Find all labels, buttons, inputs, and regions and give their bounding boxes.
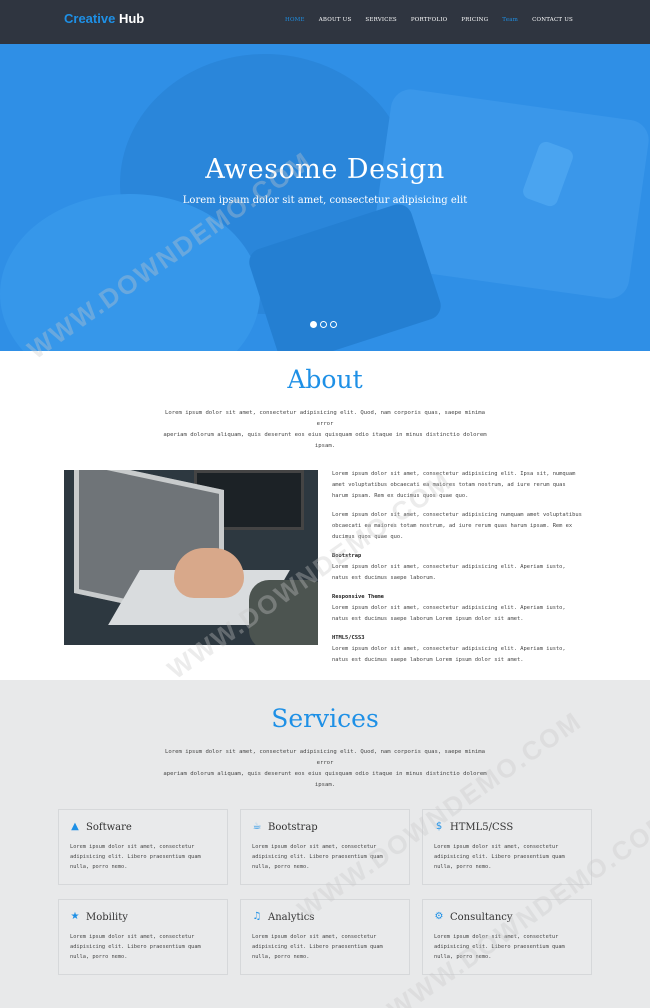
service-card-html5-css[interactable]: $ HTML5/CSS Lorem ipsum dolor sit amet, … xyxy=(422,809,592,885)
service-card-title: Analytics xyxy=(268,912,315,923)
slider-dot-2[interactable] xyxy=(320,321,327,328)
service-card-text: Lorem ipsum dolor sit amet, consectetur … xyxy=(252,934,383,960)
services-section: Services Lorem ipsum dolor sit amet, con… xyxy=(0,680,650,1008)
service-card-mobility[interactable]: ★ Mobility Lorem ipsum dolor sit amet, c… xyxy=(58,899,228,975)
photo-hands xyxy=(174,548,244,598)
service-card-title: Software xyxy=(86,822,132,833)
service-card-software[interactable]: ▲ Software Lorem ipsum dolor sit amet, c… xyxy=(58,809,228,885)
hero-slider: Awesome Design Lorem ipsum dolor sit ame… xyxy=(0,44,650,351)
feature-heading: Bootstrap xyxy=(332,553,362,559)
brand-name-part2: Hub xyxy=(118,11,145,26)
service-card-bootstrap[interactable]: ☕ Bootstrap Lorem ipsum dolor sit amet, … xyxy=(240,809,410,885)
service-card-text: Lorem ipsum dolor sit amet, consectetur … xyxy=(252,844,383,870)
services-title: Services xyxy=(271,704,379,733)
laptop-photo xyxy=(64,470,318,645)
services-intro: Lorem ipsum dolor sit amet, consectetur … xyxy=(155,747,495,791)
service-card-title: Mobility xyxy=(86,912,128,923)
slider-dots xyxy=(310,321,337,328)
coffee-cup-icon: ☕ xyxy=(252,821,262,832)
services-intro-line: Lorem ipsum dolor sit amet, consectetur … xyxy=(165,749,485,766)
hero-title: Awesome Design xyxy=(205,154,445,185)
nav-item-pricing[interactable]: PRICING xyxy=(461,17,488,23)
service-card-text: Lorem ipsum dolor sit amet, consectetur … xyxy=(70,844,201,870)
service-card-title: Bootstrap xyxy=(268,822,318,833)
nav-item-home[interactable]: HOME xyxy=(285,17,305,23)
service-card-consultancy[interactable]: ⚙ Consultancy Lorem ipsum dolor sit amet… xyxy=(422,899,592,975)
nav-item-services[interactable]: SERVICES xyxy=(365,17,396,23)
service-card-text: Lorem ipsum dolor sit amet, consectetur … xyxy=(434,844,565,870)
about-paragraph: Lorem ipsum dolor sit amet, consectetur … xyxy=(332,471,576,499)
feature-block: Responsive Theme Lorem ipsum dolor sit a… xyxy=(332,592,584,625)
music-note-icon: ♫ xyxy=(252,911,262,922)
gear-icon: ⚙ xyxy=(434,911,444,922)
service-card-title: Consultancy xyxy=(450,912,513,923)
about-intro-line: Lorem ipsum dolor sit amet, consectetur … xyxy=(165,410,485,427)
hero-subtitle: Lorem ipsum dolor sit amet, consectetur … xyxy=(182,195,468,206)
about-text: Lorem ipsum dolor sit amet, consectetur … xyxy=(332,469,584,674)
service-card-text: Lorem ipsum dolor sit amet, consectetur … xyxy=(70,934,201,960)
feature-text: Lorem ipsum dolor sit amet, consectetur … xyxy=(332,605,566,622)
service-card-text: Lorem ipsum dolor sit amet, consectetur … xyxy=(434,934,565,960)
nav-item-about-us[interactable]: ABOUT US xyxy=(319,17,352,23)
nav-item-contact-us[interactable]: CONTACT US xyxy=(532,17,573,23)
about-section: About Lorem ipsum dolor sit amet, consec… xyxy=(0,351,650,680)
nav-item-portfolio[interactable]: PORTFOLIO xyxy=(411,17,447,23)
feature-text: Lorem ipsum dolor sit amet, consectetur … xyxy=(332,564,566,581)
feature-block: Bootstrap Lorem ipsum dolor sit amet, co… xyxy=(332,551,584,584)
about-intro: Lorem ipsum dolor sit amet, consectetur … xyxy=(155,408,495,452)
feature-block: HTML5/CSS3 Lorem ipsum dolor sit amet, c… xyxy=(332,633,584,666)
slider-dot-1[interactable] xyxy=(310,321,317,328)
top-navbar: Creative Hub HOME ABOUT US SERVICES PORT… xyxy=(0,0,650,44)
about-intro-line: aperiam dolorum aliquam, quis deserunt e… xyxy=(163,432,487,449)
service-card-analytics[interactable]: ♫ Analytics Lorem ipsum dolor sit amet, … xyxy=(240,899,410,975)
slider-dot-3[interactable] xyxy=(330,321,337,328)
dollar-circle-icon: $ xyxy=(435,821,443,832)
feature-heading: Responsive Theme xyxy=(332,594,384,600)
cone-icon: ▲ xyxy=(71,821,79,832)
service-card-title: HTML5/CSS xyxy=(450,822,514,833)
brand-logo[interactable]: Creative Hub xyxy=(64,11,144,26)
about-paragraph: Lorem ipsum dolor sit amet, consectetur … xyxy=(332,512,582,540)
main-menu: HOME ABOUT US SERVICES PORTFOLIO PRICING… xyxy=(285,17,573,23)
photo-sleeve xyxy=(249,580,318,645)
about-title: About xyxy=(287,365,363,394)
star-icon: ★ xyxy=(70,911,80,922)
feature-heading: HTML5/CSS3 xyxy=(332,635,365,641)
services-intro-line: aperiam dolorum aliquam, quis deserunt e… xyxy=(163,771,487,788)
feature-text: Lorem ipsum dolor sit amet, consectetur … xyxy=(332,646,566,663)
nav-item-team[interactable]: Team xyxy=(502,17,518,23)
brand-name-part1: Creative xyxy=(64,11,116,26)
